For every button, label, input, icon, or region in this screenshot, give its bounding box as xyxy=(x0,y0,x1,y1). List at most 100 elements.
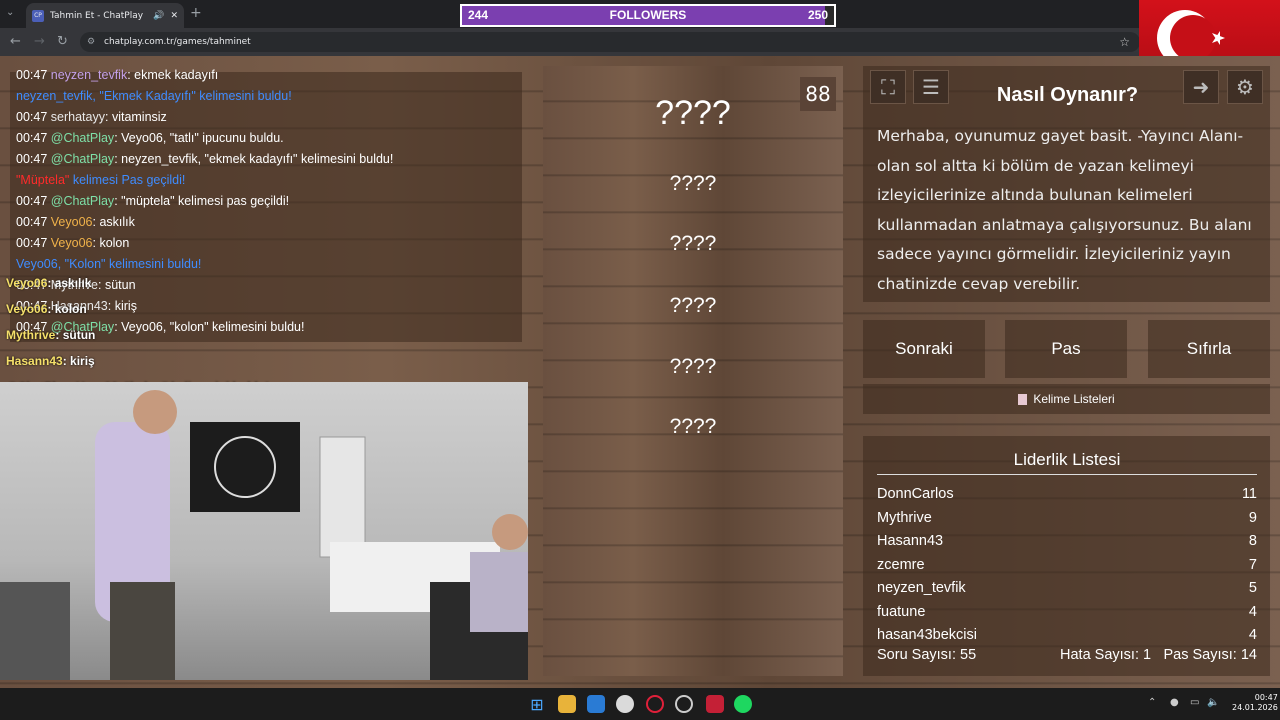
overlay-user: Veyo06 xyxy=(6,302,48,316)
chat-message: 00:47 @ChatPlay: neyzen_tevfik, "ekmek k… xyxy=(16,152,393,166)
browser-tab[interactable]: CP Tahmin Et - ChatPlay 🔊 ✕ xyxy=(26,3,184,28)
leaderboard-name: DonnCarlos xyxy=(877,486,954,502)
chat-user: "Müptela" xyxy=(16,173,70,187)
chrome-icon[interactable] xyxy=(616,695,634,713)
chat-time: 00:47 xyxy=(16,236,48,250)
leaderboard-row: Hasann43 8 xyxy=(877,533,1257,549)
leaderboard-title: Liderlik Listesi xyxy=(877,450,1257,475)
chat-text: kelimesini buldu! xyxy=(108,257,202,271)
chat-message: "Müptela" kelimesi Pas geçildi! xyxy=(16,173,185,187)
leaderboard-score: 5 xyxy=(1248,580,1257,596)
words-panel: ???? ???? ???? ???? ???? ???? xyxy=(543,66,843,676)
overlay-text: : kolon xyxy=(47,302,87,316)
leaderboard: Liderlik Listesi DonnCarlos 11 Mythrive 9 Ha… xyxy=(863,436,1270,676)
windows-start-icon[interactable]: ⊞ xyxy=(528,695,546,714)
leaderboard-score: 4 xyxy=(1248,603,1257,620)
chat-message: 00:47 neyzen_tevfik: ekmek kadayıfı xyxy=(16,68,218,82)
leaderboard-score: 9 xyxy=(1248,509,1257,526)
overlay-text: : kiriş xyxy=(62,354,95,368)
chat-text: ekmek kadayıfı xyxy=(134,68,219,82)
chat-time: 00:47 xyxy=(16,110,48,124)
chat-separator: : xyxy=(92,236,96,250)
leaderboard-score: 4 xyxy=(1248,627,1257,639)
chat-message: neyzen_tevfik, "Ekmek Kadayıfı" kelimesi… xyxy=(16,89,292,103)
chat-user: Veyo06 xyxy=(50,215,93,229)
close-tab-icon[interactable]: ✕ xyxy=(170,11,178,21)
chat-text: kelimesini buldu! xyxy=(199,89,292,103)
chat-time: 00:47 xyxy=(16,152,48,166)
clock[interactable]: 00:47 24.01.2026 xyxy=(1232,693,1278,713)
overlay-user: Mythrive xyxy=(6,328,56,342)
leaderboard-score: 7 xyxy=(1248,556,1257,573)
reset-button[interactable]: Sıfırla xyxy=(1148,320,1270,378)
document-icon[interactable]: ☰ xyxy=(913,70,949,104)
how-to-play-text: Merhaba, oyunumuz gayet basit. -Yayıncı … xyxy=(877,127,1252,293)
next-button[interactable]: Sonraki xyxy=(863,320,985,378)
chat-message: 00:47 Veyo06: kolon xyxy=(16,236,129,250)
leaderboard-score: 8 xyxy=(1248,533,1257,549)
url-input[interactable]: ⚙ chatplay.com.tr/games/tahminet ☆ xyxy=(80,32,1140,52)
logout-icon[interactable]: ➜ xyxy=(1183,70,1219,104)
fullscreen-icon[interactable]: ⛶ xyxy=(870,70,906,104)
file-explorer-icon[interactable] xyxy=(558,695,576,713)
chat-user: Veyo06 xyxy=(50,236,93,250)
back-icon[interactable]: ← xyxy=(10,34,21,49)
followers-goal-bar: 244 FOLLOWERS 250 xyxy=(460,4,836,27)
pass-button[interactable]: Pas xyxy=(1005,320,1127,378)
chat-separator: : xyxy=(107,299,112,313)
chat-text: "müptela" kelimesi pas geçildi! xyxy=(121,194,290,208)
volume-icon[interactable]: 🔈 xyxy=(1207,697,1219,708)
outlook-icon[interactable] xyxy=(587,695,605,713)
chat-user: neyzen_tevfik, "Ekmek Kadayıfı" xyxy=(16,89,196,103)
microphone-icon[interactable]: ● xyxy=(1170,697,1179,708)
forward-icon[interactable]: → xyxy=(34,34,45,49)
error-count: Hata Sayısı: 1 xyxy=(1060,647,1152,663)
network-icon[interactable]: ▭ xyxy=(1190,697,1199,708)
chat-separator: : xyxy=(92,215,96,229)
speaker-icon[interactable]: 🔊 xyxy=(153,11,164,21)
chat-message: 00:47 serhatayy: vitaminsiz xyxy=(16,110,167,124)
question-count: Soru Sayısı: 55 xyxy=(877,647,977,663)
bookmark-star-icon[interactable]: ☆ xyxy=(1119,35,1130,49)
followers-label: FOLLOWERS xyxy=(609,8,687,22)
settings-gear-icon[interactable]: ⚙ xyxy=(1227,70,1263,104)
reload-icon[interactable]: ↻ xyxy=(57,34,68,49)
clock-time: 00:47 xyxy=(1254,693,1278,702)
clock-date: 24.01.2026 xyxy=(1232,703,1278,712)
obs-icon[interactable] xyxy=(675,695,693,713)
chat-message: Veyo06, "Kolon" kelimesini buldu! xyxy=(16,257,201,271)
chat-time: 00:47 xyxy=(16,215,48,229)
chat-user: serhatayy xyxy=(50,110,105,124)
leaderboard-name: zcemre xyxy=(877,556,925,573)
overlay-message: Hasann43: kiriş xyxy=(6,354,95,368)
spotify-icon[interactable] xyxy=(734,695,752,713)
tab-title: Tahmin Et - ChatPlay xyxy=(50,10,144,21)
chat-text: askılık xyxy=(99,215,135,229)
pass-count: Pas Sayısı: 14 xyxy=(1163,647,1258,663)
chat-separator: : xyxy=(114,131,118,145)
chat-user: neyzen_tevfik xyxy=(50,68,128,82)
new-tab-button[interactable]: + xyxy=(190,5,202,21)
followers-goal: 250 xyxy=(807,8,828,22)
leaderboard-row: neyzen_tevfik 5 xyxy=(877,580,1257,596)
tray-chevron-icon[interactable]: ⌃ xyxy=(1148,697,1156,708)
target-word: ???? xyxy=(655,94,731,132)
chat-separator: : xyxy=(114,194,118,208)
chat-time: 00:47 xyxy=(16,194,48,208)
app-icon[interactable] xyxy=(706,695,724,713)
how-to-play-title: Nasıl Oynanır? xyxy=(996,84,1139,106)
leaderboard-name: Hasann43 xyxy=(877,533,944,549)
leaderboard-name: fuatune xyxy=(877,603,926,620)
word-lists-label: Kelime Listeleri xyxy=(1033,392,1115,406)
overlay-text: : askılık xyxy=(47,276,92,290)
overlay-text: : sütun xyxy=(55,328,96,342)
tab-search-icon[interactable]: ⌄ xyxy=(6,7,14,18)
forbidden-word: ???? xyxy=(669,172,717,195)
opera-icon[interactable] xyxy=(646,695,664,713)
url-text: chatplay.com.tr/games/tahminet xyxy=(104,37,251,47)
site-info-icon[interactable]: ⚙ xyxy=(87,37,95,47)
chat-text: kolon xyxy=(99,236,130,250)
leaderboard-score: 11 xyxy=(1241,486,1257,502)
notebook-icon xyxy=(1018,393,1028,405)
word-lists-button[interactable]: Kelime Listeleri xyxy=(863,384,1270,414)
